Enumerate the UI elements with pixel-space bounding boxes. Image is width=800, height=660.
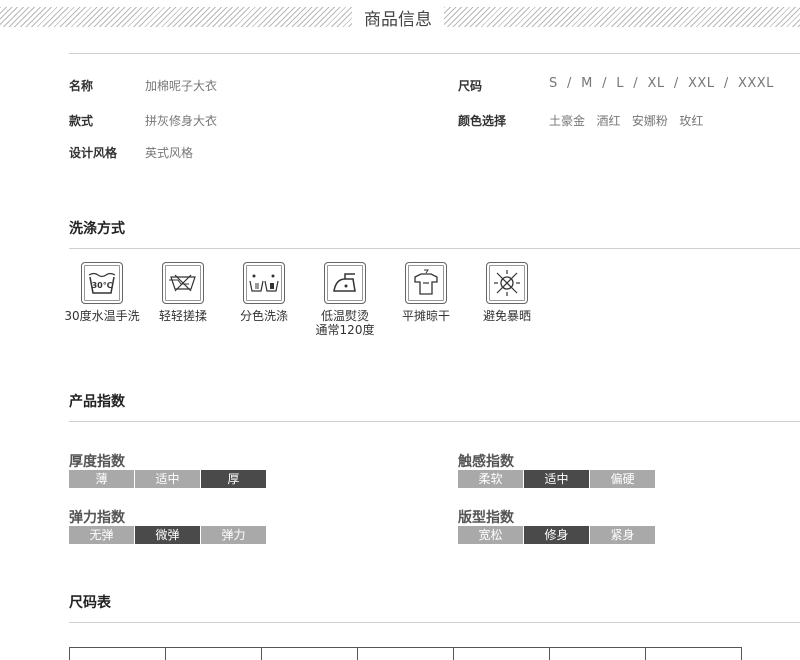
design-value: 英式风格 [145,146,194,160]
care-caption: 避免暴晒 [482,309,531,323]
header-hatch-right [444,7,800,27]
thickness-scale: 薄 适中 厚 [69,470,267,488]
size-label: 尺码 [458,79,483,93]
low-iron-icon [324,262,366,304]
divider [69,248,800,249]
divider [69,421,800,422]
care-caption: 轻轻搓揉 [158,309,207,323]
care-item: 30℃ 30度水温手洗 [61,262,143,323]
touch-title: 触感指数 [458,454,514,470]
fit-scale: 宽松 修身 紧身 [458,526,656,544]
touch-scale: 柔软 适中 偏硬 [458,470,656,488]
washing-title: 洗涤方式 [69,221,125,237]
care-caption-extra: 通常120度 [315,323,375,337]
care-item: 轻轻搓揉 [142,262,224,323]
logo-ornament-icon [365,0,431,4]
elasticity-title: 弹力指数 [69,510,125,526]
touch-option-selected: 适中 [524,470,589,488]
care-item: 避免暴晒 [466,262,548,323]
divider [69,53,800,54]
table-cell [646,648,742,660]
touch-option: 偏硬 [590,470,655,488]
fit-option: 宽松 [458,526,523,544]
size-value: S / M / L / XL / XXL / XXXL [549,76,774,91]
name-value: 加棉呢子大衣 [145,79,218,93]
divider [69,622,800,623]
care-caption: 平摊晾干 [401,309,450,323]
section-title: 商品信息 [364,10,432,30]
table-cell [166,648,262,660]
thickness-option: 薄 [69,470,134,488]
name-label: 名称 [69,79,94,93]
elasticity-option: 弹力 [201,526,266,544]
style-label: 款式 [69,114,94,128]
elasticity-scale: 无弹 微弹 弹力 [69,526,267,544]
color-value: 土豪金 酒红 安娜粉 玫红 [549,114,704,128]
avoid-sun-icon [486,262,528,304]
care-caption: 低温熨烫 [320,309,369,323]
table-cell [358,648,454,660]
care-item: 分色洗涤 [223,262,305,323]
table-cell [454,648,550,660]
fit-option: 紧身 [590,526,655,544]
size-chart-title: 尺码表 [69,595,111,611]
header-hatch-left [0,7,352,27]
style-value: 拼灰修身大衣 [145,114,218,128]
design-label: 设计风格 [69,146,118,160]
color-label: 颜色选择 [458,114,507,128]
care-item: 低温熨烫 通常120度 [304,262,386,337]
separate-wash-icon [243,262,285,304]
table-cell [70,648,166,660]
elasticity-option-selected: 微弹 [135,526,200,544]
care-caption: 分色洗涤 [239,309,288,323]
fit-title: 版型指数 [458,510,514,526]
elasticity-option: 无弹 [69,526,134,544]
thickness-option-selected: 厚 [201,470,266,488]
product-index-title: 产品指数 [69,394,125,410]
table-cell [550,648,646,660]
size-table [69,647,742,660]
table-cell [262,648,358,660]
svg-text:30℃: 30℃ [92,281,113,290]
thickness-title: 厚度指数 [69,454,125,470]
gentle-wash-icon [162,262,204,304]
fit-option-selected: 修身 [524,526,589,544]
touch-option: 柔软 [458,470,523,488]
care-caption: 30度水温手洗 [64,309,140,323]
hand-wash-30-icon: 30℃ [81,262,123,304]
flat-dry-icon [405,262,447,304]
thickness-option: 适中 [135,470,200,488]
care-item: 平摊晾干 [385,262,467,323]
